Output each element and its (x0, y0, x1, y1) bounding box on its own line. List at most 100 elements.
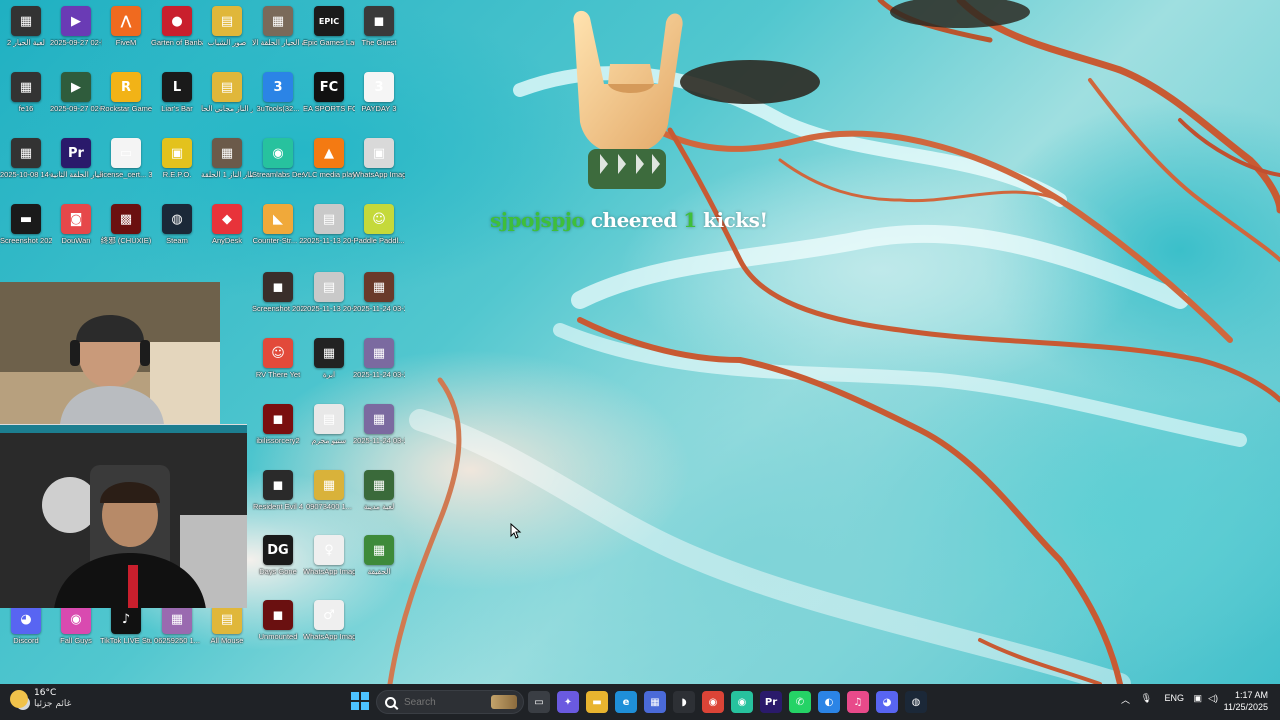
desktop-icon[interactable]: ◕ Discord (0, 604, 52, 645)
taskbar-app-icon[interactable]: ◕ (876, 691, 898, 713)
desktop-icon[interactable]: ▤ 2025-11-13 20-53-14.00... (303, 272, 355, 313)
desktop-icon[interactable]: ☺ Paddle Paddl... (353, 204, 405, 245)
desktop-icon[interactable]: 3 3uTools(32... (252, 72, 304, 113)
desktop-icon[interactable]: ▶ 2025-09-27 02-54-23.00... (50, 72, 102, 113)
desktop-icon[interactable]: ▣ WhatsApp Image 2025... (353, 138, 405, 179)
desktop-icon[interactable]: ◆ AnyDesk (201, 204, 253, 245)
desktop-icon[interactable]: ◍ Steam (151, 204, 203, 245)
weather-widget[interactable]: 16°C غائم جزئيا (10, 688, 71, 710)
desktop-icon-label: RV There Yet (255, 370, 301, 379)
desktop-icon[interactable]: ▦ 06259250 1... (151, 604, 203, 645)
taskbar-app-icon[interactable]: ▬ (586, 691, 608, 713)
app-icon: ▤ (212, 72, 242, 102)
desktop-icon[interactable]: ♪ TikTok LIVE Studio (100, 604, 152, 645)
app-icon: ▦ (314, 338, 344, 368)
desktop-icon[interactable]: ◙ DouWan (50, 204, 102, 245)
desktop-icon-label: Days Gone (259, 567, 297, 576)
desktop-icon[interactable]: ▬ Screenshot 2025-10-... (0, 204, 52, 245)
desktop-icon-label: انتظار الناز 1 الحلقة (201, 170, 253, 179)
desktop-icon[interactable]: R Rockstar Games ... (100, 72, 152, 113)
desktop-icon[interactable]: ▦ انتظار الناز 1 الحلقة (201, 138, 253, 179)
desktop-icon[interactable]: ▦ 09073400 1... (303, 470, 355, 511)
desktop-icon-label: 3uTools(32... (256, 104, 300, 113)
taskbar-app-icon[interactable]: ◗ (673, 691, 695, 713)
desktop-icon[interactable]: ▤ انتظار الناز مجاني الحا (201, 72, 253, 113)
desktop-icon[interactable]: ▲ VLC media player (303, 138, 355, 179)
desktop-icon[interactable]: ☺ RV There Yet (252, 338, 304, 379)
desktop-icon[interactable]: ◼ Screenshot 2025-11-... (252, 272, 304, 313)
desktop-icon-label: WhatsApp Image 2025... (303, 567, 355, 576)
desktop-icon[interactable]: ● Garten of Banban 0 (151, 6, 203, 47)
taskbar-app-icon[interactable]: ♫ (847, 691, 869, 713)
desktop-icon[interactable]: ▤ ستيو مجرم (303, 404, 355, 445)
desktop-icon[interactable]: FC EA SPORTS FC 26 (303, 72, 355, 113)
app-icon: ▤ (212, 604, 242, 634)
taskbar-app-icon[interactable]: e (615, 691, 637, 713)
desktop-icon-label: 2025-11-24 03-24-12.00... (353, 304, 405, 313)
taskbar-app-icon[interactable]: ◐ (818, 691, 840, 713)
microphone-icon[interactable]: 🎙 (1141, 693, 1152, 704)
desktop-icon-label: 2025-10-08 14-12-07 (0, 170, 52, 179)
desktop-icon[interactable]: ▦ fe16 (0, 72, 52, 113)
taskbar-search[interactable] (376, 690, 524, 714)
desktop-icon[interactable]: ▦ 2025-11-24 03-24-12.00... (353, 272, 405, 313)
desktop-icon[interactable]: ▤ صور الشباب (201, 6, 253, 47)
taskbar-app-icon[interactable]: ◍ (905, 691, 927, 713)
network-icon[interactable]: ▣ (1193, 693, 1202, 704)
desktop-icon[interactable]: ◼ The Guest (353, 6, 405, 47)
app-icon: ◼ (364, 6, 394, 36)
desktop-icon[interactable]: ▦ 2025-10-08 14-12-07 (0, 138, 52, 179)
language-indicator[interactable]: ENG (1164, 693, 1184, 703)
app-icon: ▭ (111, 138, 141, 168)
desktop-icon[interactable]: ▩ 终邪 (CHUXIE) (100, 204, 152, 245)
desktop-icon[interactable]: Pr لعبة الحيار الحلقة الثانية (50, 138, 102, 179)
desktop-icon[interactable]: ▦ 2025-11-24 03-24-12.00... (353, 338, 405, 379)
desktop-icon[interactable]: ◼ ibilissorcery2 (252, 404, 304, 445)
desktop-icon[interactable]: ◉ Fall Guys (50, 604, 102, 645)
taskbar-app-icon[interactable]: ✆ (789, 691, 811, 713)
desktop-icon[interactable]: ▦ لعبة مدينة (353, 470, 405, 511)
volume-icon[interactable]: ◁) (1208, 693, 1218, 704)
desktop-icon[interactable]: ◉ Streamlabs Desktop (252, 138, 304, 179)
desktop-icon-label: 2025-09-27 02-54-23.00 (50, 38, 102, 47)
desktop-icon[interactable]: L Liar's Bar (151, 72, 203, 113)
desktop-icon[interactable]: ▤ All Mouse (201, 604, 253, 645)
app-icon: ♪ (111, 604, 141, 634)
desktop-icon[interactable]: 3 PAYDAY 3 (353, 72, 405, 113)
desktop-icon[interactable]: ⋀ FiveM (100, 6, 152, 47)
desktop-icon[interactable]: ▦ 2025-11-24 03-24-12.00... (353, 404, 405, 445)
desktop-icon[interactable]: EPIC Epic Games Launcher (303, 6, 355, 47)
desktop-icon[interactable]: ♀ WhatsApp Image 2025... (303, 535, 355, 576)
app-icon: ◼ (263, 404, 293, 434)
desktop-icon[interactable]: ▣ R.E.P.O. (151, 138, 203, 179)
taskbar-app-icon[interactable]: ✦ (557, 691, 579, 713)
desktop-icon[interactable]: ▤ 2025-11-13 20-53-14.00... (303, 204, 355, 245)
desktop-icon[interactable]: ▶ 2025-09-27 02-54-23.00 (50, 6, 102, 47)
taskbar-app-icon[interactable]: ◉ (702, 691, 724, 713)
desktop-icon[interactable]: ♂ WhatsApp Image 2025... (303, 600, 355, 641)
desktop-icon[interactable]: ◼ Unmounted (252, 600, 304, 641)
desktop-icon[interactable]: ▦ لعبة الحيار الحلقة الا... (252, 6, 304, 47)
app-icon: 3 (364, 72, 394, 102)
desktop-icon[interactable]: ◣ Counter-Str... 2 (252, 204, 304, 245)
desktop-icon[interactable]: DG Days Gone (252, 535, 304, 576)
desktop-icon-label: Streamlabs Desktop (252, 170, 304, 179)
desktop-icon[interactable]: ▦ لعبة الحيار 2 (0, 6, 52, 47)
desktop-icon[interactable]: ▭ license_cert... 3 (100, 138, 152, 179)
desktop-icon-label: 2025-11-13 20-53-14.00... (303, 236, 355, 245)
desktop-icon[interactable]: ▦ ابرة (303, 338, 355, 379)
desktop-icon-label: AnyDesk (211, 236, 242, 245)
app-icon: DG (263, 535, 293, 565)
taskbar-app-icon[interactable]: Pr (760, 691, 782, 713)
show-hidden-icons-chevron-icon[interactable]: ︿ (1121, 693, 1130, 706)
app-icon: ♂ (314, 600, 344, 630)
taskbar-app-icon[interactable]: ▦ (644, 691, 666, 713)
search-input[interactable] (404, 696, 484, 708)
taskbar-app-icon[interactable]: ▭ (528, 691, 550, 713)
taskbar-app-icon[interactable]: ◉ (731, 691, 753, 713)
app-icon: ⋀ (111, 6, 141, 36)
start-button[interactable] (351, 692, 369, 710)
clock[interactable]: 1:17 AM 11/25/2025 (1224, 689, 1268, 713)
desktop-icon[interactable]: ◼ Resident Evil 4 (252, 470, 304, 511)
desktop-icon[interactable]: ▦ الحقيقة (353, 535, 405, 576)
